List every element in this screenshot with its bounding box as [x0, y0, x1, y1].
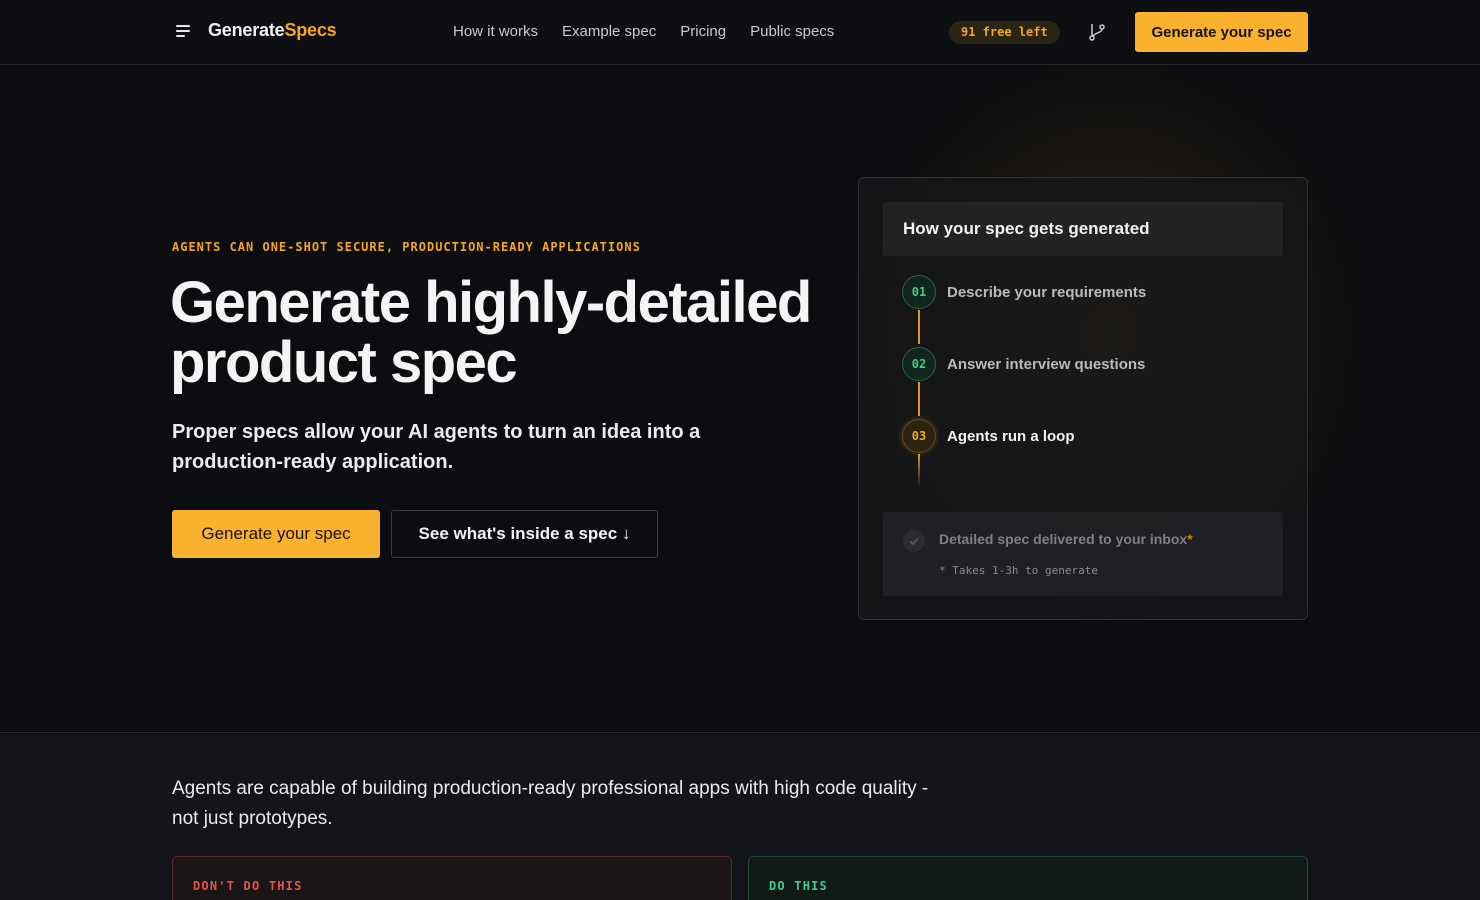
nav-links: How it works Example spec Pricing Public… — [453, 23, 834, 40]
hero-title: Generate highly-detailed product spec — [170, 270, 812, 395]
step-2: 02 Answer interview questions — [902, 347, 1145, 381]
step-1: 01 Describe your requirements — [902, 275, 1146, 309]
nav-link-how-it-works[interactable]: How it works — [453, 23, 538, 40]
do-this-panel: DO THIS — [748, 856, 1308, 900]
card-title: How your spec gets generated — [903, 219, 1150, 238]
spec-generation-card: How your spec gets generated 01 Describe… — [858, 177, 1308, 620]
git-branch-icon[interactable] — [1087, 22, 1107, 42]
nav-link-public-specs[interactable]: Public specs — [750, 23, 834, 40]
card-header: How your spec gets generated — [883, 202, 1283, 256]
generation-time-note: * Takes 1-3h to generate — [939, 564, 1098, 577]
step-number: 03 — [902, 419, 936, 453]
free-credits-badge: 91 free left — [949, 21, 1060, 44]
step-3: 03 Agents run a loop — [902, 419, 1075, 453]
nav-link-example-spec[interactable]: Example spec — [562, 23, 656, 40]
see-inside-spec-button[interactable]: See what's inside a spec ↓ — [391, 510, 658, 558]
menu-lines-icon — [176, 24, 190, 38]
step-label: Answer interview questions — [947, 355, 1146, 373]
step-number: 02 — [902, 347, 936, 381]
hero-section: AGENTS CAN ONE-SHOT SECURE, PRODUCTION-R… — [0, 65, 1480, 733]
step-connector — [918, 310, 920, 344]
step-connector — [918, 454, 920, 488]
dont-do-this-panel: DON'T DO THIS — [172, 856, 732, 900]
step-connector — [918, 382, 920, 416]
step-number: 01 — [902, 275, 936, 309]
dont-do-this-label: DON'T DO THIS — [193, 879, 303, 893]
nav-generate-spec-button[interactable]: Generate your spec — [1135, 12, 1308, 52]
step-label: Agents run a loop — [947, 427, 1075, 445]
logo-text: GenerateSpecs — [208, 20, 337, 40]
comparison-intro: Agents are capable of building productio… — [172, 778, 929, 829]
hero-eyebrow: AGENTS CAN ONE-SHOT SECURE, PRODUCTION-R… — [172, 240, 641, 254]
delivery-text: Detailed spec delivered to your inbox* — [939, 531, 1193, 547]
comparison-section: Agents are capable of building productio… — [0, 734, 1480, 900]
logo[interactable]: GenerateSpecs — [176, 20, 337, 41]
check-icon — [903, 530, 925, 552]
generate-spec-button[interactable]: Generate your spec — [172, 510, 380, 558]
nav-link-pricing[interactable]: Pricing — [680, 23, 726, 40]
hero-subtitle: Proper specs allow your AI agents to tur… — [172, 421, 701, 473]
do-this-label: DO THIS — [769, 879, 828, 893]
step-label: Describe your requirements — [947, 283, 1147, 301]
card-footer: Detailed spec delivered to your inbox* *… — [883, 512, 1283, 596]
top-nav: GenerateSpecs How it works Example spec … — [0, 0, 1480, 65]
